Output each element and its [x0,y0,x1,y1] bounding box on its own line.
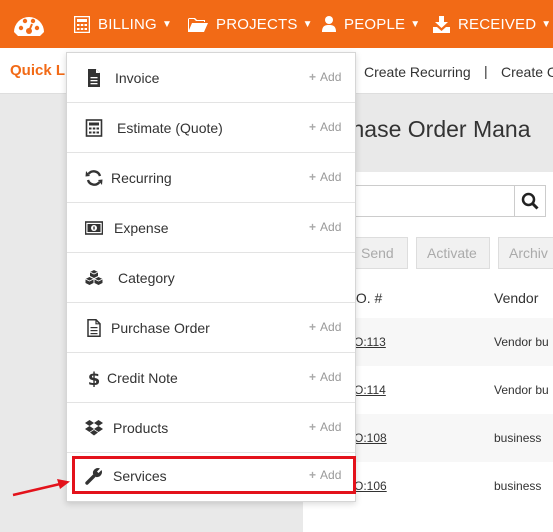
vendor-cell: business [494,431,542,445]
menu-item-category[interactable]: Category [67,253,355,303]
plus-icon: + [309,370,317,384]
archive-button[interactable]: Archiv [498,237,553,269]
menu-item-label: Invoice [115,70,160,86]
dropbox-icon [85,420,103,436]
add-invoice-button[interactable]: + Add [309,70,341,84]
plus-icon: + [309,220,317,234]
plus-icon: + [309,468,317,482]
nav-projects-label: PROJECTS [216,15,298,33]
file-text-icon [88,69,100,87]
vendor-cell: Vendor bu [494,335,549,349]
nav-billing-label: BILLING [98,15,157,33]
quick-links-title: Quick L [10,62,66,79]
add-label: Add [320,420,342,434]
menu-item-label: Category [118,270,175,286]
menu-item-label: Purchase Order [111,320,210,336]
page-title: chase Order Mana [340,116,531,142]
quick-link-separator: | [484,63,488,79]
search-input[interactable] [336,185,514,217]
plus-icon: + [309,170,317,184]
nav-projects[interactable]: PROJECTS ▼ [188,0,313,48]
menu-item-recurring[interactable]: Recurring + Add [67,153,355,203]
folder-icon [188,17,208,32]
cubes-icon [85,270,103,285]
chevron-down-icon: ▼ [302,18,313,30]
person-icon [322,16,336,32]
po-link[interactable]: O:106 [354,479,387,493]
wrench-icon [85,468,102,485]
menu-item-label: Services [113,468,167,484]
plus-icon: + [309,420,317,434]
search-button[interactable] [514,185,546,217]
menu-item-credit-note[interactable]: $ Credit Note + Add [67,353,355,403]
add-label: Add [320,170,342,184]
chevron-down-icon: ▼ [161,18,173,30]
dashboard-logo-icon[interactable] [12,8,46,40]
add-purchase-order-button[interactable]: + Add [309,320,341,334]
add-recurring-button[interactable]: + Add [309,170,341,184]
po-link[interactable]: O:113 [354,335,386,349]
menu-item-label: Estimate (Quote) [117,120,223,136]
menu-item-label: Expense [114,220,169,236]
add-label: Add [320,120,342,134]
vendor-cell: Vendor bu [494,383,549,397]
dollar-icon: $ [88,369,101,387]
add-label: Add [320,220,342,234]
chevron-down-icon: ▼ [541,18,552,30]
quick-link-create-recurring[interactable]: Create Recurring [364,64,471,80]
menu-item-services[interactable]: Services + Add [67,453,355,503]
menu-item-invoice[interactable]: Invoice + Add [67,53,355,103]
billing-dropdown-menu: Invoice + Add Estimate (Quote) + Add Recur… [66,52,356,502]
download-icon [433,15,450,33]
add-estimate-button[interactable]: + Add [309,120,341,134]
nav-received-label: RECEIVED [458,15,537,33]
chevron-down-icon: ▼ [410,18,421,30]
vendor-cell: business [494,479,542,493]
search-icon [521,192,539,210]
nav-people-label: PEOPLE [344,15,406,33]
plus-icon: + [309,320,317,334]
calculator-icon [85,119,103,137]
annotation-arrow-icon [12,479,70,497]
menu-item-label: Recurring [111,170,172,186]
menu-item-label: Credit Note [107,370,178,386]
column-header-vendor[interactable]: Vendor [494,290,538,306]
send-button[interactable]: Send [350,237,408,269]
menu-item-expense[interactable]: Expense + Add [67,203,355,253]
menu-item-purchase-order[interactable]: Purchase Order + Add [67,303,355,353]
money-icon [85,221,103,235]
add-credit-note-button[interactable]: + Add [309,370,341,384]
activate-button[interactable]: Activate [416,237,490,269]
calculator-icon [74,15,90,33]
menu-item-label: Products [113,420,169,436]
svg-text:$: $ [88,369,101,387]
add-products-button[interactable]: + Add [309,420,341,434]
po-link[interactable]: O:114 [354,383,386,397]
po-link[interactable]: O:108 [354,431,387,445]
add-label: Add [320,468,342,482]
add-label: Add [320,70,342,84]
refresh-icon [85,170,103,186]
add-label: Add [320,320,342,334]
plus-icon: + [309,70,317,84]
add-expense-button[interactable]: + Add [309,220,341,234]
column-header-po-number[interactable]: .O. # [352,290,382,306]
add-services-button[interactable]: + Add [309,468,341,482]
plus-icon: + [309,120,317,134]
menu-item-estimate[interactable]: Estimate (Quote) + Add [67,103,355,153]
nav-received[interactable]: RECEIVED ▼ [433,0,551,48]
nav-people[interactable]: PEOPLE ▼ [322,0,420,48]
menu-item-products[interactable]: Products + Add [67,403,355,453]
quick-link-create-other[interactable]: Create C [501,64,553,80]
top-navbar: BILLING ▼ PROJECTS ▼ PEOPLE ▼ RECEIVED ▼ [0,0,553,48]
add-label: Add [320,370,342,384]
file-icon [87,319,101,337]
nav-billing[interactable]: BILLING ▼ [74,0,172,48]
